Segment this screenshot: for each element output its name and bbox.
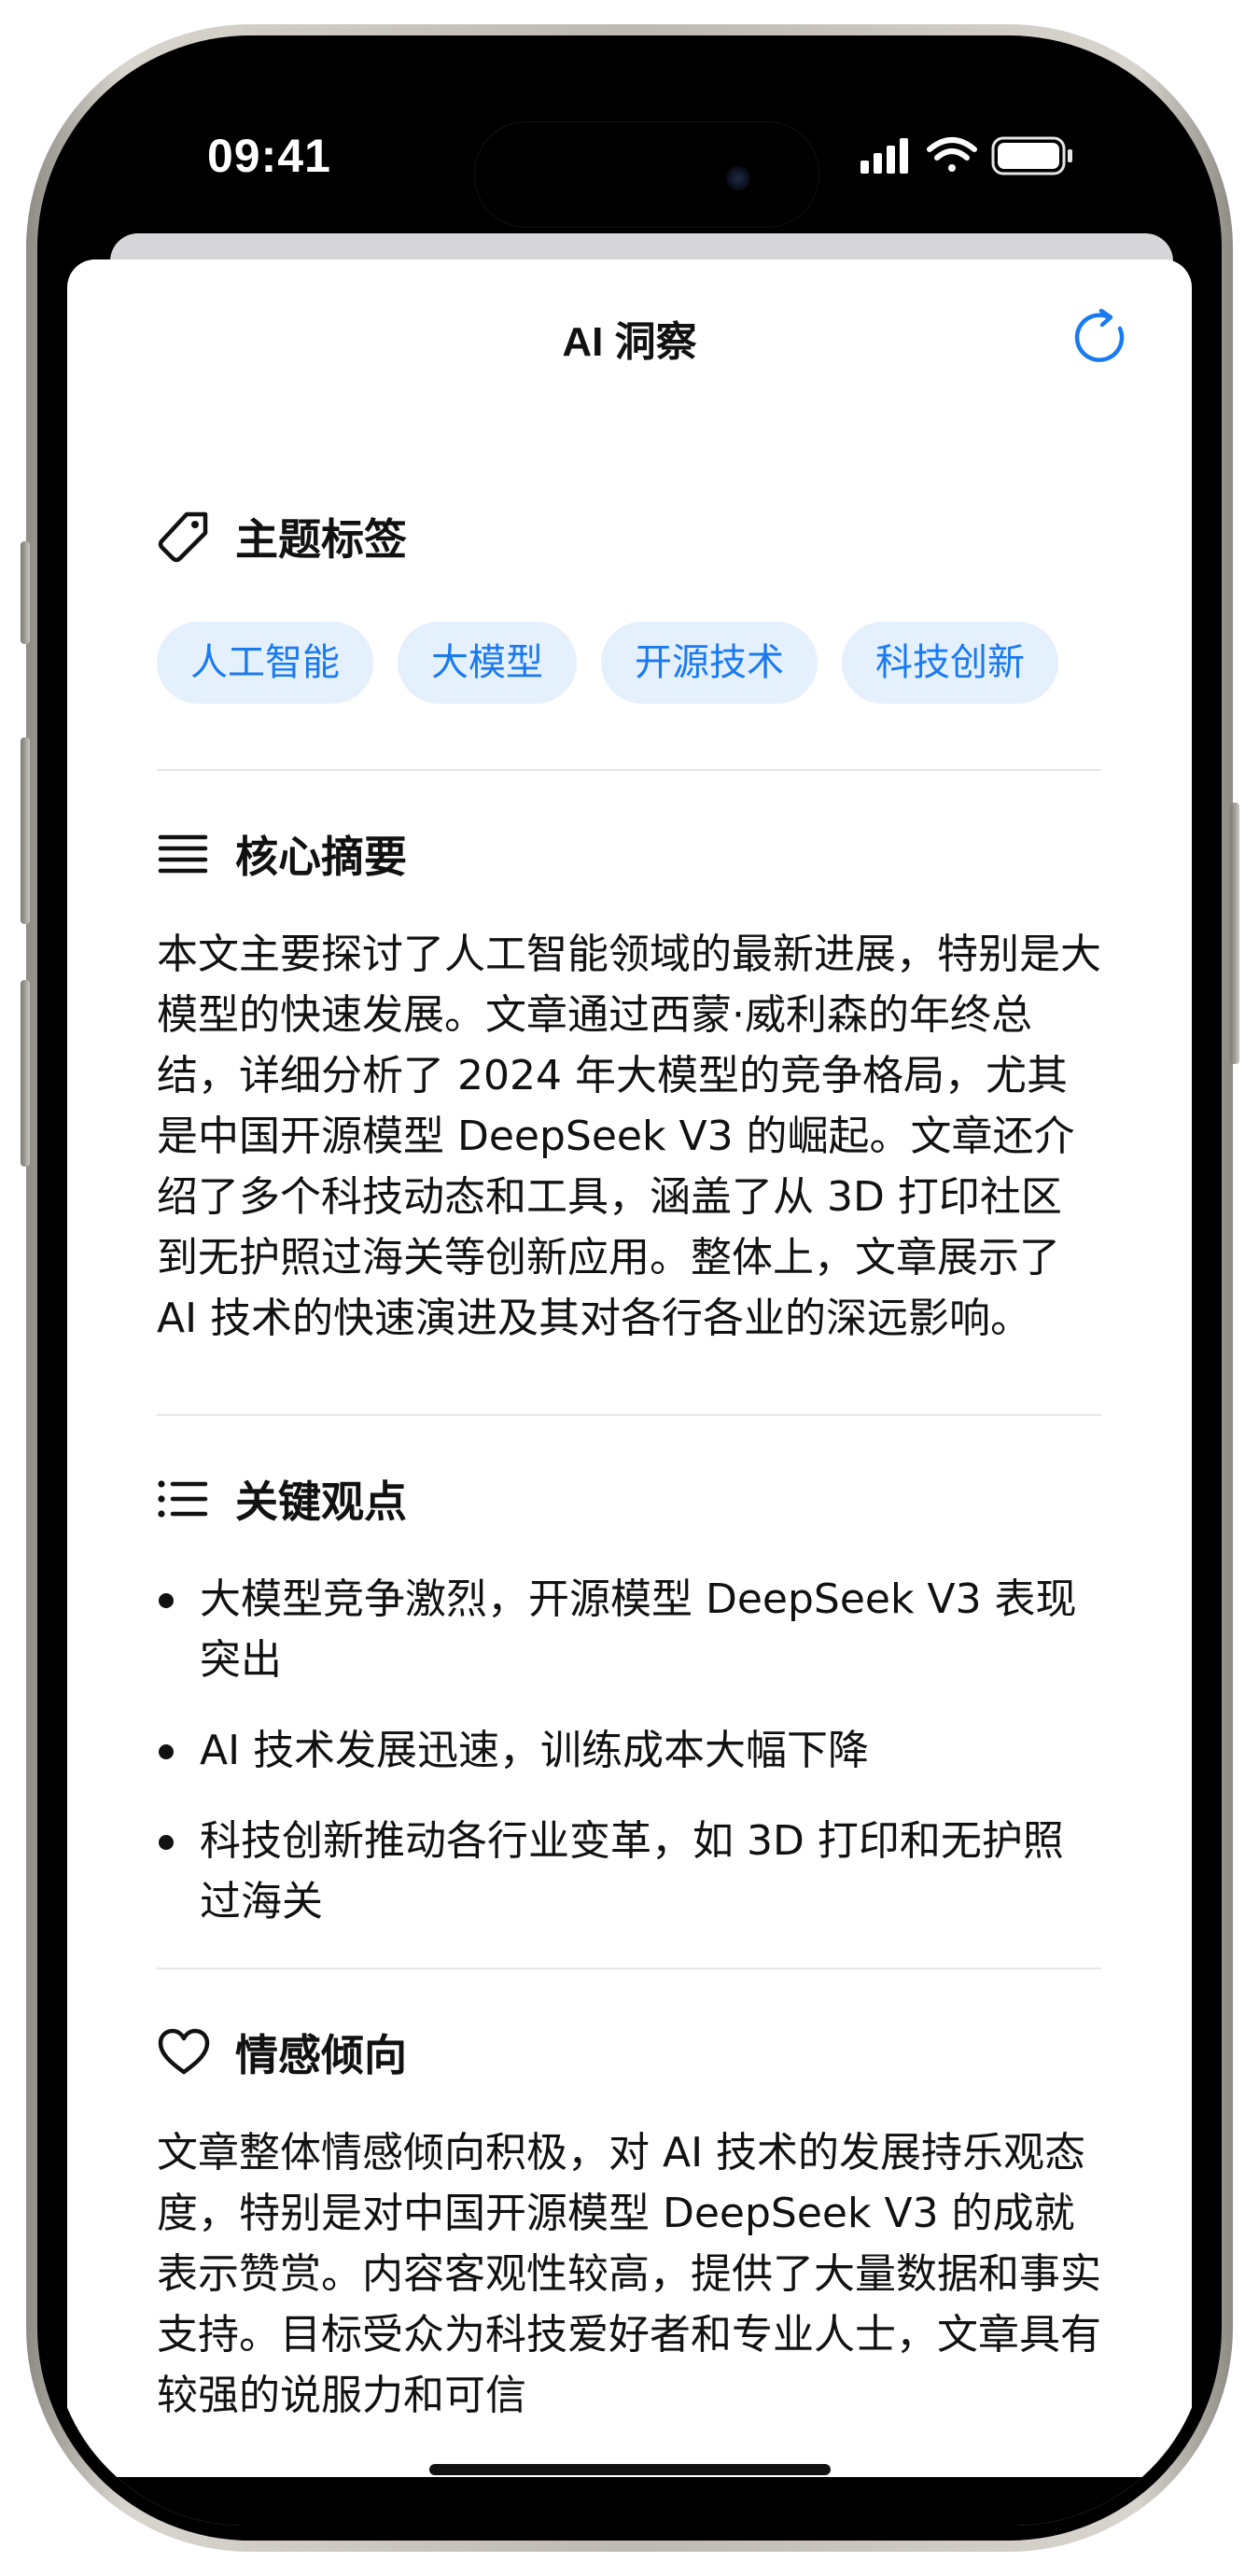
tag-list: 人工智能 大模型 开源技术 科技创新 <box>157 622 1101 704</box>
tag-chip[interactable]: 大模型 <box>398 622 577 704</box>
status-icons <box>855 133 1098 179</box>
section-header-summary: 核心摘要 <box>157 823 1101 885</box>
section-header-tags: 主题标签 <box>157 506 1101 567</box>
keypoints-section: 关键观点 大模型竞争激烈，开源模型 DeepSeek V3 表现突出 AI 技术… <box>157 1468 1101 1932</box>
section-title-tags: 主题标签 <box>235 515 407 564</box>
battery-icon <box>991 136 1072 175</box>
heart-icon <box>157 2023 215 2081</box>
dynamic-island <box>474 121 819 228</box>
sentiment-text: 文章整体情感倾向积极，对 AI 技术的发展持乐观态度，特别是对中国开源模型 De… <box>157 2129 1101 2419</box>
list-item: 大模型竞争激烈，开源模型 DeepSeek V3 表现突出 <box>157 1569 1101 1690</box>
section-divider <box>157 1414 1101 1416</box>
sheet-title: AI 洞察 <box>562 319 697 365</box>
tag-chip[interactable]: 科技创新 <box>842 622 1058 704</box>
insight-sheet: AI 洞察 主题标签 人工智能 大模型 开源技术 科技创新 核心摘要 本文主要探… <box>67 259 1192 2526</box>
section-title-sentiment: 情感倾向 <box>235 2031 407 2079</box>
list-item: AI 技术发展迅速，训练成本大幅下降 <box>157 1720 1101 1781</box>
keypoints-list: 大模型竞争激烈，开源模型 DeepSeek V3 表现突出 AI 技术发展迅速，… <box>157 1569 1101 1932</box>
status-time: 09:41 <box>207 130 331 182</box>
list-icon <box>157 1470 215 1528</box>
section-header-sentiment: 情感倾向 <box>157 2022 1101 2083</box>
insight-content: 主题标签 人工智能 大模型 开源技术 科技创新 核心摘要 本文主要探讨了人工智能… <box>157 506 1101 2426</box>
volume-up-button <box>21 737 30 924</box>
list-item: 科技创新推动各行业变革，如 3D 打印和无护照过海关 <box>157 1811 1101 1932</box>
wifi-icon <box>927 137 977 172</box>
section-divider <box>157 769 1101 771</box>
status-bar: 09:41 <box>52 50 1207 228</box>
phone-screen: 09:41 AI 洞察 主题标签 人工智能 大模型 开源技术 科技创新 核心摘要… <box>52 50 1207 2526</box>
keypoint-text: 科技创新推动各行业变革，如 3D 打印和无护照过海关 <box>200 1817 1064 1925</box>
summary-section: 核心摘要 本文主要探讨了人工智能领域的最新进展，特别是大模型的快速发展。文章通过… <box>157 823 1101 1349</box>
tag-chip[interactable]: 人工智能 <box>157 622 373 704</box>
action-button <box>21 541 30 644</box>
bullet-dot <box>159 1744 174 1759</box>
section-divider <box>157 1967 1101 1969</box>
refresh-button[interactable] <box>1073 308 1133 368</box>
front-camera <box>726 166 750 190</box>
bullet-dot <box>159 1593 174 1608</box>
section-title-keypoints: 关键观点 <box>235 1477 407 1526</box>
section-title-summary: 核心摘要 <box>235 833 407 881</box>
keypoint-text: AI 技术发展迅速，训练成本大幅下降 <box>200 1727 870 1774</box>
screen-bottom-edge <box>52 2477 1207 2526</box>
volume-down-button <box>21 980 30 1167</box>
tags-section: 主题标签 人工智能 大模型 开源技术 科技创新 <box>157 506 1101 704</box>
home-indicator[interactable] <box>429 2464 831 2475</box>
lines-icon <box>157 825 215 883</box>
refresh-icon <box>1074 308 1125 362</box>
summary-text: 本文主要探讨了人工智能领域的最新进展，特别是大模型的快速发展。文章通过西蒙·威利… <box>157 931 1101 1342</box>
power-button <box>1230 803 1239 1064</box>
tag-chip[interactable]: 开源技术 <box>601 622 818 704</box>
tag-icon <box>157 508 215 566</box>
bullet-dot <box>159 1835 174 1850</box>
section-header-keypoints: 关键观点 <box>157 1468 1101 1530</box>
cellular-signal-icon <box>860 138 908 174</box>
sentiment-section: 情感倾向 文章整体情感倾向积极，对 AI 技术的发展持乐观态度，特别是对中国开源… <box>157 2022 1101 2426</box>
keypoint-text: 大模型竞争激烈，开源模型 DeepSeek V3 表现突出 <box>200 1575 1077 1684</box>
